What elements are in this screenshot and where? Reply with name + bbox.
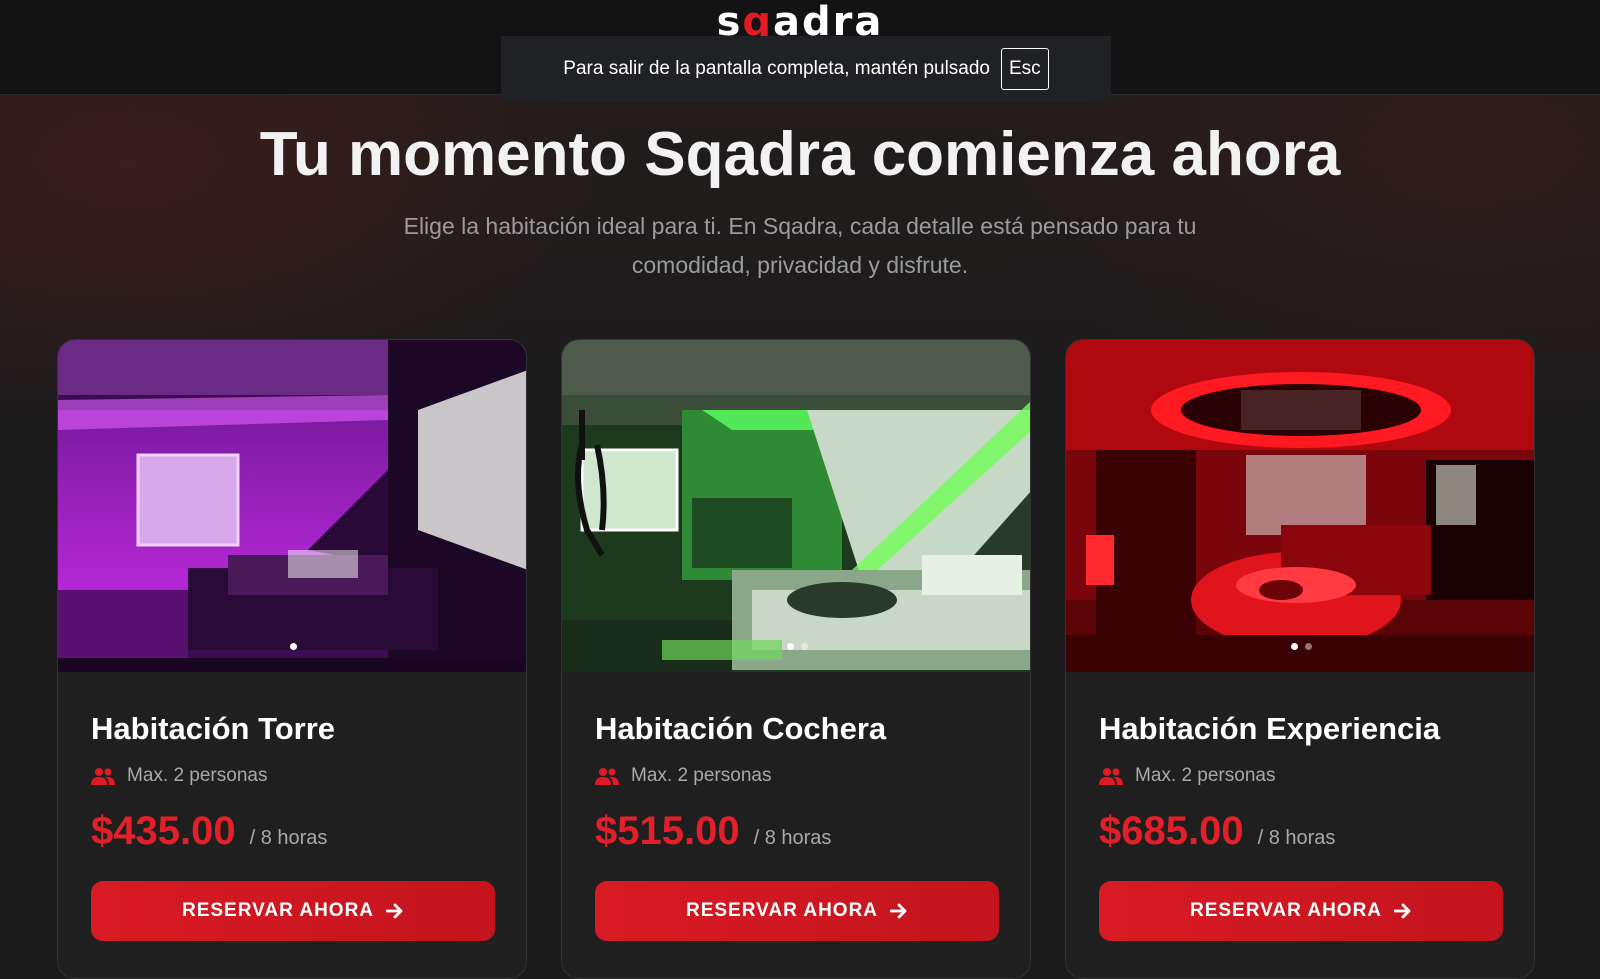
capacity-label: Max. 2 personas (127, 765, 268, 786)
price-row: $515.00 / 8 horas (595, 809, 831, 854)
users-icon (595, 767, 619, 785)
room-capacity: Max. 2 personas (91, 765, 267, 787)
reserve-button-label: RESERVAR AHORA (1189, 900, 1383, 921)
reserve-button-cochera[interactable]: RESERVAR AHORA (595, 881, 999, 941)
capacity-label: Max. 2 personas (1135, 765, 1276, 786)
hero-title: Tu momento Sqadra comienza ahora (259, 120, 1341, 189)
room-image-experiencia (1066, 340, 1534, 672)
hero-subtitle: Elige la habitación ideal para ti. En Sq… (403, 213, 1197, 278)
users-icon (1099, 767, 1123, 785)
carousel-dot[interactable] (289, 643, 297, 650)
room-card-experiencia: Habitación Experiencia Max. 2 personas $… (1065, 339, 1535, 979)
arrow-right-icon (1394, 903, 1411, 919)
users-icon (91, 767, 115, 785)
fullscreen-message: Para salir de la pantalla completa, mant… (563, 58, 990, 79)
reserve-button-label: RESERVAR AHORA (181, 900, 375, 921)
room-image-cochera (562, 340, 1030, 672)
carousel-dot[interactable] (1290, 643, 1298, 650)
room-capacity: Max. 2 personas (595, 765, 771, 787)
price-period: / 8 horas (1257, 827, 1336, 849)
arrow-right-icon (890, 903, 907, 919)
room-photo-torre[interactable] (58, 340, 526, 672)
room-title: Habitación Experiencia (1099, 711, 1441, 746)
room-photo-cochera[interactable] (562, 340, 1030, 672)
carousel-dots (58, 643, 526, 650)
fullscreen-exit-notice: Para salir de la pantalla completa, mant… (501, 36, 1111, 102)
price-period: / 8 horas (753, 827, 832, 849)
room-title: Habitación Cochera (595, 711, 887, 746)
carousel-dots (562, 643, 1030, 650)
carousel-dots (1066, 643, 1534, 650)
room-title: Habitación Torre (91, 711, 336, 746)
room-price: $515.00 (595, 809, 740, 853)
carousel-dot[interactable] (786, 643, 794, 650)
sqadra-logo[interactable]: sqadra (0, 0, 1600, 36)
room-photo-experiencia[interactable] (1066, 340, 1534, 672)
reserve-button-label: RESERVAR AHORA (685, 900, 879, 921)
room-price: $685.00 (1099, 809, 1244, 853)
arrow-right-icon (386, 903, 403, 919)
room-card-cochera: Habitación Cochera Max. 2 personas $515.… (561, 339, 1031, 979)
room-capacity: Max. 2 personas (1099, 765, 1275, 787)
price-row: $685.00 / 8 horas (1099, 809, 1335, 854)
esc-key-hint: Esc (1001, 48, 1049, 90)
room-price: $435.00 (91, 809, 236, 853)
room-image-torre (58, 340, 526, 672)
price-row: $435.00 / 8 horas (91, 809, 327, 854)
carousel-dot[interactable] (800, 643, 808, 650)
capacity-label: Max. 2 personas (631, 765, 772, 786)
room-card-torre: Habitación Torre Max. 2 personas $435.00… (57, 339, 527, 979)
reserve-button-experiencia[interactable]: RESERVAR AHORA (1099, 881, 1503, 941)
carousel-dot[interactable] (1304, 643, 1312, 650)
price-period: / 8 horas (249, 827, 328, 849)
reserve-button-torre[interactable]: RESERVAR AHORA (91, 881, 495, 941)
